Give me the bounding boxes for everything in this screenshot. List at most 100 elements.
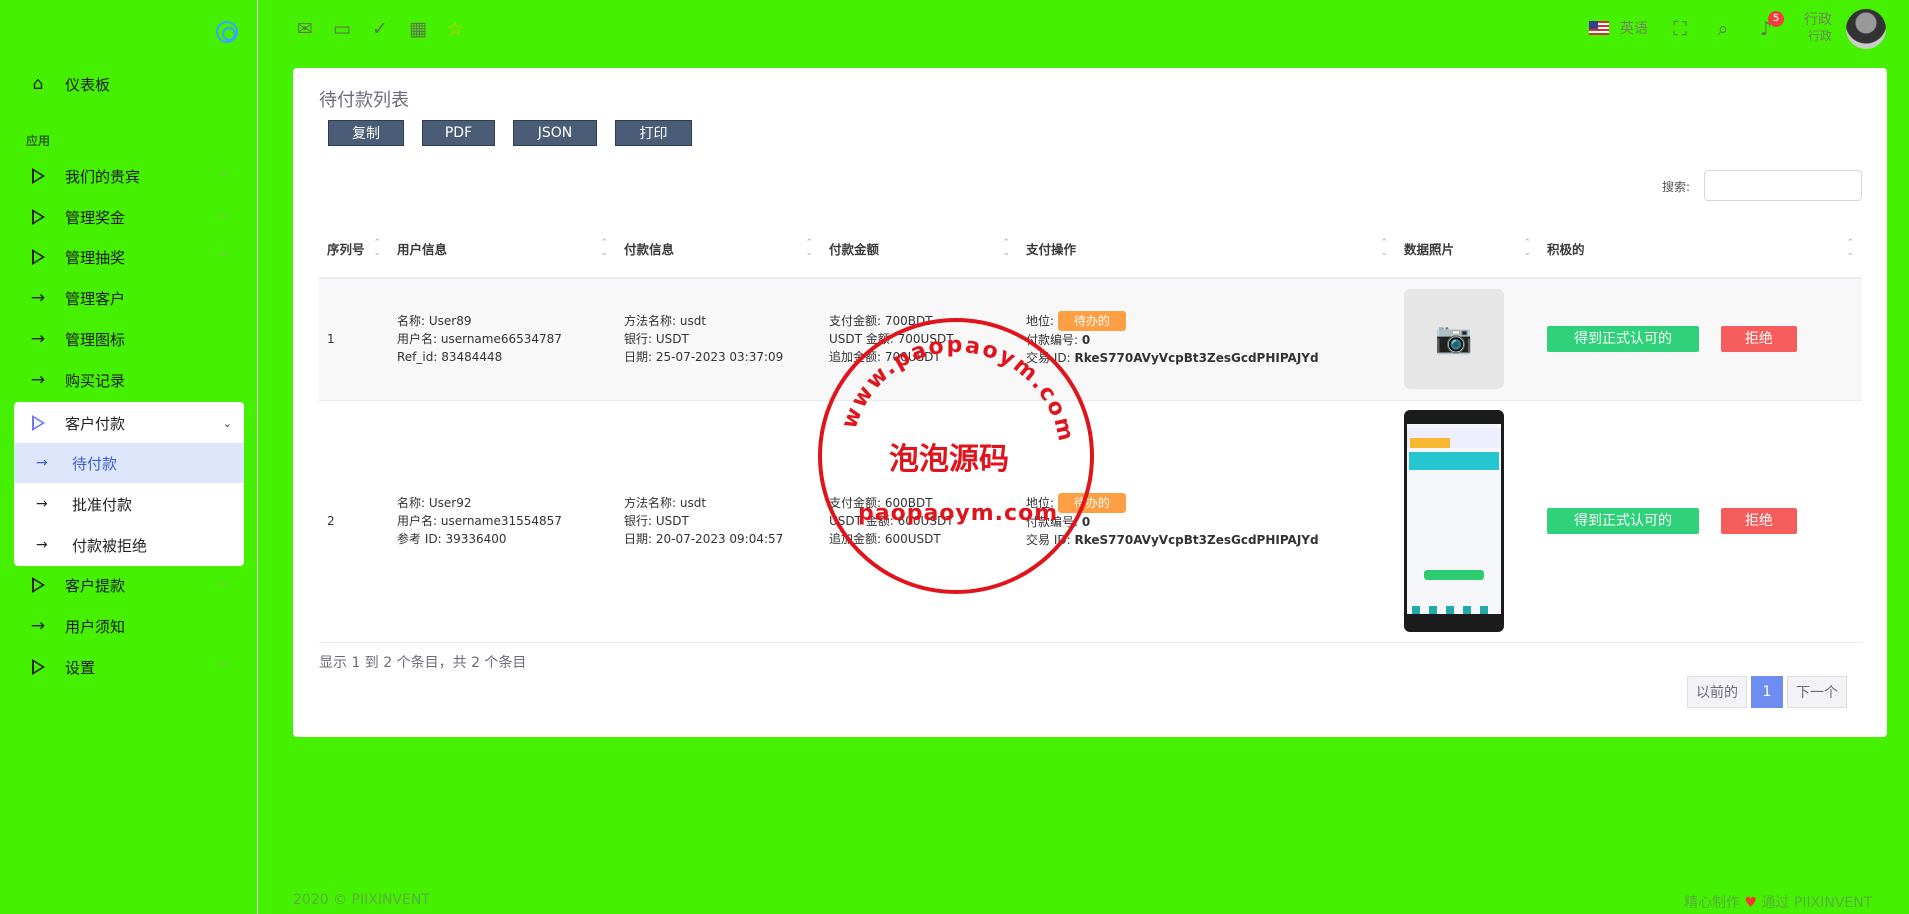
user-name: 行政	[1804, 12, 1832, 28]
fullscreen-icon[interactable]: ⛶	[1669, 18, 1691, 40]
json-button[interactable]: JSON	[513, 120, 597, 146]
user-role: 行政	[1807, 29, 1832, 43]
arrow-right-icon: →	[36, 537, 48, 553]
language-selector[interactable]: 英语	[1620, 18, 1648, 38]
sidebar-item-label: 管理客户	[65, 289, 126, 308]
cell-photo: 📷	[1396, 278, 1539, 401]
calendar-icon[interactable]: ▦	[407, 18, 429, 40]
sidebar-subitem-label: 待付款	[72, 454, 118, 473]
column-payment-info[interactable]: 付款信息 ⌃ ⌄	[616, 220, 821, 279]
mail-icon[interactable]: ✉	[294, 18, 316, 40]
cell-payment-info: 方法名称: usdt 银行: USDT 日期: 25-07-2023 03:37…	[616, 278, 821, 401]
column-active[interactable]: 积极的 ⌃ ⌄	[1539, 220, 1862, 279]
next-page-button[interactable]: 下一个	[1787, 676, 1847, 708]
sidebar-item-customer-payments[interactable]: 客户付款 ⌄	[28, 408, 238, 438]
sidebar-toggle-icon[interactable]	[216, 21, 238, 43]
payment-screenshot-image[interactable]	[1404, 410, 1504, 632]
play-icon	[28, 575, 48, 595]
sort-icon: ⌃ ⌄	[373, 238, 381, 258]
sidebar-section-title: 应用	[26, 134, 51, 148]
avatar[interactable]	[1846, 9, 1886, 49]
chevron-up-icon: ^	[218, 660, 228, 674]
pagination: 以前的 1 下一个	[1687, 676, 1851, 708]
cell-payment-info: 方法名称: usdt 银行: USDT 日期: 20-07-2023 09:04…	[616, 400, 821, 643]
current-page-button[interactable]: 1	[1751, 676, 1783, 708]
user-info[interactable]: 行政 行政	[1804, 12, 1832, 44]
arrow-right-icon: →	[30, 288, 46, 308]
print-button[interactable]: 打印	[615, 120, 692, 146]
table-row: 1 名称: User89 用户名: username66534787 Ref_i…	[319, 278, 1862, 401]
home-icon: ⌂	[32, 74, 44, 94]
us-flag-icon[interactable]	[1589, 21, 1609, 35]
sort-icon: ⌃ ⌄	[1523, 238, 1531, 258]
sidebar-item-label: 客户付款	[65, 414, 126, 433]
camera-icon[interactable]: 📷	[1404, 289, 1504, 390]
chevron-up-icon: ^	[218, 210, 228, 224]
sidebar-item-bonus[interactable]: 管理奖金 ^	[28, 202, 238, 232]
sidebar-item-label: 管理图标	[65, 330, 126, 349]
footer-credit: 精心制作 ♥ 通过 PIIXINVENT	[1684, 895, 1873, 911]
sidebar-item-purchases[interactable]: → 购买记录	[28, 365, 238, 395]
page-title: 待付款列表	[319, 90, 409, 111]
sidebar-item-label: 设置	[65, 658, 96, 677]
arrow-right-icon: →	[30, 616, 46, 636]
cell-user-info: 名称: User92 用户名: username31554857 参考 ID: …	[389, 400, 616, 643]
sidebar-item-vip[interactable]: 我们的贵宾 ^	[28, 161, 238, 191]
sidebar-item-withdrawals[interactable]: 客户提款 ^	[28, 570, 238, 600]
copy-button[interactable]: 复制	[328, 120, 404, 146]
reject-button[interactable]: 拒绝	[1720, 326, 1797, 353]
column-pay-action[interactable]: 支付操作 ⌃ ⌄	[1018, 220, 1396, 279]
reject-button[interactable]: 拒绝	[1720, 508, 1797, 534]
notification-badge: 5	[1768, 11, 1784, 27]
sidebar-item-customers[interactable]: → 管理客户	[28, 283, 238, 313]
pending-payments-card: 待付款列表 复制 PDF JSON 打印 搜索: 序列号 ⌃ ⌄ 用户信息 ⌃ ⌄ 付款…	[293, 68, 1887, 737]
sidebar-subitem-approved[interactable]: → 批准付款	[14, 484, 244, 524]
column-photo[interactable]: 数据照片 ⌃ ⌄	[1396, 220, 1539, 279]
svg-text:www.paopaoym.com: www.paopaoym.com	[837, 333, 1079, 445]
approve-button[interactable]: 得到正式认可的	[1547, 508, 1699, 534]
arrow-right-icon: →	[36, 496, 48, 512]
sidebar-item-label: 用户须知	[65, 617, 126, 636]
sidebar-subitem-label: 付款被拒绝	[72, 536, 148, 555]
approve-button[interactable]: 得到正式认可的	[1547, 326, 1699, 353]
column-serial[interactable]: 序列号 ⌃ ⌄	[319, 220, 389, 279]
topbar: ✉ ▭ ✓ ▦ ☆ 英语 ⛶ ⌕ ♪ 5 行政 行政	[258, 0, 1909, 60]
sidebar-item-dashboard[interactable]: ⌂ 仪表板	[28, 69, 238, 99]
sidebar-item-settings[interactable]: 设置 ^	[28, 652, 238, 682]
cell-actions: 得到正式认可的 拒绝	[1539, 278, 1862, 401]
play-icon	[28, 166, 48, 186]
search-label: 搜索:	[1662, 180, 1691, 194]
prev-page-button[interactable]: 以前的	[1687, 676, 1747, 708]
sidebar-subitem-pending[interactable]: → 待付款	[14, 443, 244, 483]
sort-icon: ⌃ ⌄	[1002, 238, 1010, 258]
heart-icon: ♥	[1744, 895, 1758, 911]
chat-icon[interactable]: ▭	[331, 18, 353, 40]
cell-user-info: 名称: User89 用户名: username66534787 Ref_id:…	[389, 278, 616, 401]
pdf-button[interactable]: PDF	[422, 120, 495, 146]
export-buttons: 复制 PDF JSON 打印	[328, 120, 710, 146]
sidebar-item-label: 仪表板	[65, 75, 111, 94]
arrow-right-icon: →	[30, 329, 46, 349]
sidebar-item-user-notice[interactable]: → 用户须知	[28, 611, 238, 641]
search-input[interactable]	[1704, 170, 1862, 201]
sort-icon: ⌃ ⌄	[1380, 238, 1388, 258]
sidebar-item-lottery[interactable]: 管理抽奖 ^	[28, 242, 238, 272]
sidebar-item-icons[interactable]: → 管理图标	[28, 324, 238, 354]
column-user-info[interactable]: 用户信息 ⌃ ⌄	[389, 220, 616, 279]
check-circle-icon[interactable]: ✓	[369, 18, 391, 40]
cell-actions: 得到正式认可的 拒绝	[1539, 400, 1862, 643]
play-icon	[28, 657, 48, 677]
chevron-up-icon: ^	[218, 169, 228, 183]
chevron-down-icon: ⌄	[222, 416, 232, 430]
star-icon[interactable]: ☆	[444, 18, 466, 40]
column-amount[interactable]: 付款金额 ⌃ ⌄	[821, 220, 1018, 279]
sidebar-item-label: 购买记录	[65, 371, 126, 390]
search-icon[interactable]: ⌕	[1712, 18, 1734, 40]
sidebar-subitem-rejected[interactable]: → 付款被拒绝	[14, 525, 244, 565]
watermark-text: 泡泡源码	[889, 442, 1009, 477]
sidebar-item-label: 客户提款	[65, 576, 126, 595]
sort-icon: ⌃ ⌄	[600, 238, 608, 258]
footer-copyright: 2020 © PIIXINVENT	[293, 892, 430, 908]
sidebar-subitem-label: 批准付款	[72, 495, 133, 514]
cell-photo	[1396, 400, 1539, 643]
